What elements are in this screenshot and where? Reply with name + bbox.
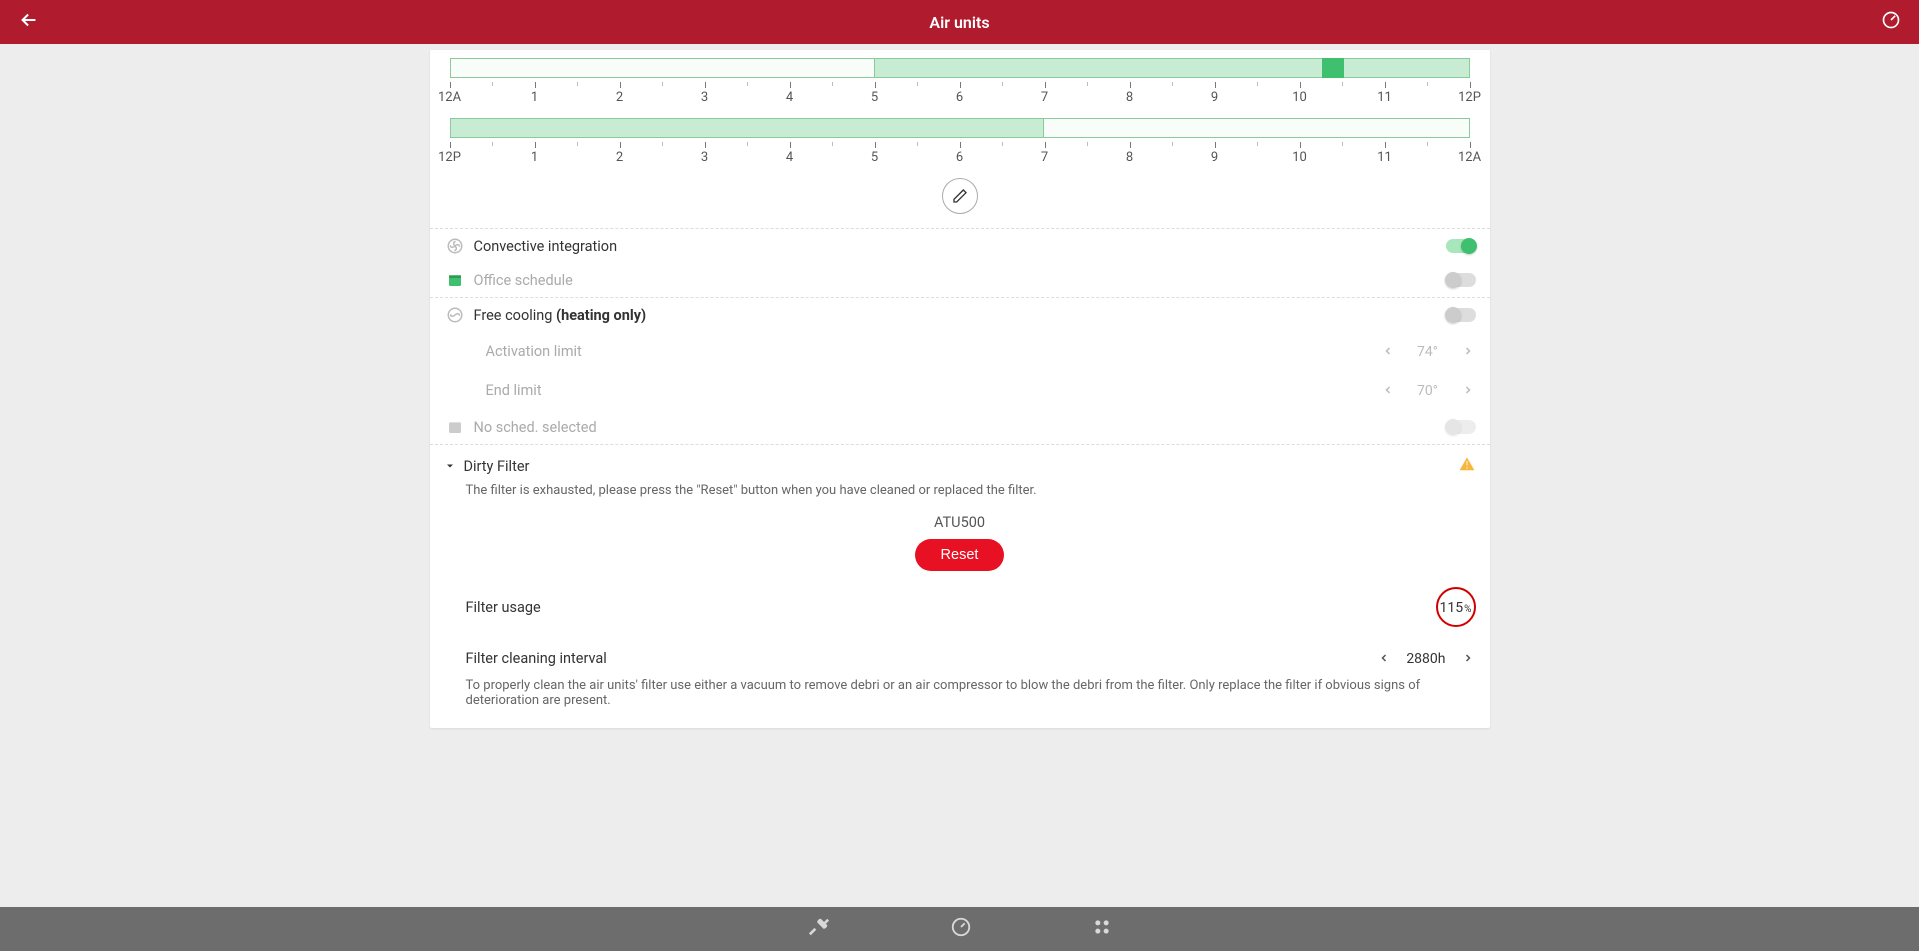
activation-limit-label: Activation limit: [486, 343, 1380, 360]
chevron-right-icon[interactable]: [1460, 647, 1476, 670]
filter-usage-row: Filter usage 115%: [430, 573, 1490, 633]
calendar-icon: [444, 419, 466, 435]
office-schedule-toggle[interactable]: [1446, 273, 1476, 287]
schedule-fill-pm: [450, 118, 1045, 138]
schedule-fill-am: [874, 58, 1470, 78]
free-cooling-row: Free cooling (heating only): [430, 298, 1490, 332]
free-cooling-label: Free cooling (heating only): [474, 307, 1446, 324]
filter-usage-label: Filter usage: [466, 599, 1436, 616]
filter-interval-stepper[interactable]: 2880h: [1376, 647, 1475, 670]
tools-icon[interactable]: [808, 916, 830, 942]
chevron-right-icon[interactable]: [1460, 379, 1476, 402]
dirty-filter-header[interactable]: Dirty Filter: [430, 445, 1490, 481]
apps-icon[interactable]: [1092, 917, 1112, 941]
activation-limit-row: Activation limit 74°: [430, 332, 1490, 371]
caret-down-icon: [444, 457, 456, 476]
chevron-left-icon[interactable]: [1380, 340, 1396, 363]
filter-usage-badge: 115%: [1436, 587, 1476, 627]
back-button[interactable]: [18, 9, 40, 35]
filter-info-text: To properly clean the air units' filter …: [430, 676, 1490, 716]
filter-interval-row: Filter cleaning interval 2880h: [430, 633, 1490, 676]
convective-toggle[interactable]: [1446, 239, 1476, 253]
fan-icon: [444, 306, 466, 324]
warning-icon: [1458, 455, 1476, 477]
bottom-nav: [0, 907, 1919, 951]
convective-row: Convective integration: [430, 229, 1490, 263]
chevron-left-icon[interactable]: [1376, 647, 1392, 670]
office-schedule-label: Office schedule: [474, 272, 1446, 289]
end-limit-stepper[interactable]: 70°: [1380, 379, 1476, 402]
activation-limit-stepper[interactable]: 74°: [1380, 340, 1476, 363]
page-title: Air units: [929, 13, 989, 32]
app-header: Air units: [0, 0, 1919, 44]
convective-label: Convective integration: [474, 238, 1446, 255]
free-cooling-toggle[interactable]: [1446, 308, 1476, 322]
schedule-timeline-am: 12A123456789101112P: [430, 50, 1490, 110]
end-limit-row: End limit 70°: [430, 371, 1490, 410]
calendar-icon: [444, 272, 466, 288]
main-scroll[interactable]: 12A123456789101112P 12P123456789101112A …: [0, 44, 1919, 907]
end-limit-label: End limit: [486, 382, 1380, 399]
no-sched-row: No sched. selected: [430, 410, 1490, 444]
speedometer-icon[interactable]: [1881, 10, 1901, 34]
reset-button[interactable]: Reset: [915, 539, 1005, 571]
dirty-filter-title: Dirty Filter: [464, 458, 1458, 475]
no-sched-label: No sched. selected: [474, 419, 1446, 436]
chevron-right-icon[interactable]: [1460, 340, 1476, 363]
unit-name: ATU500: [430, 514, 1490, 531]
chevron-left-icon[interactable]: [1380, 379, 1396, 402]
schedule-marker[interactable]: [1322, 58, 1344, 78]
office-schedule-row: Office schedule: [430, 263, 1490, 297]
fan-icon: [444, 237, 466, 255]
edit-schedule-button[interactable]: [942, 178, 978, 214]
schedule-timeline-pm: 12P123456789101112A: [430, 110, 1490, 170]
dirty-filter-message: The filter is exhausted, please press th…: [430, 481, 1490, 506]
settings-card: 12A123456789101112P 12P123456789101112A …: [430, 50, 1490, 728]
no-sched-toggle: [1446, 420, 1476, 434]
filter-interval-label: Filter cleaning interval: [466, 650, 1377, 667]
gauge-icon[interactable]: [950, 916, 972, 942]
